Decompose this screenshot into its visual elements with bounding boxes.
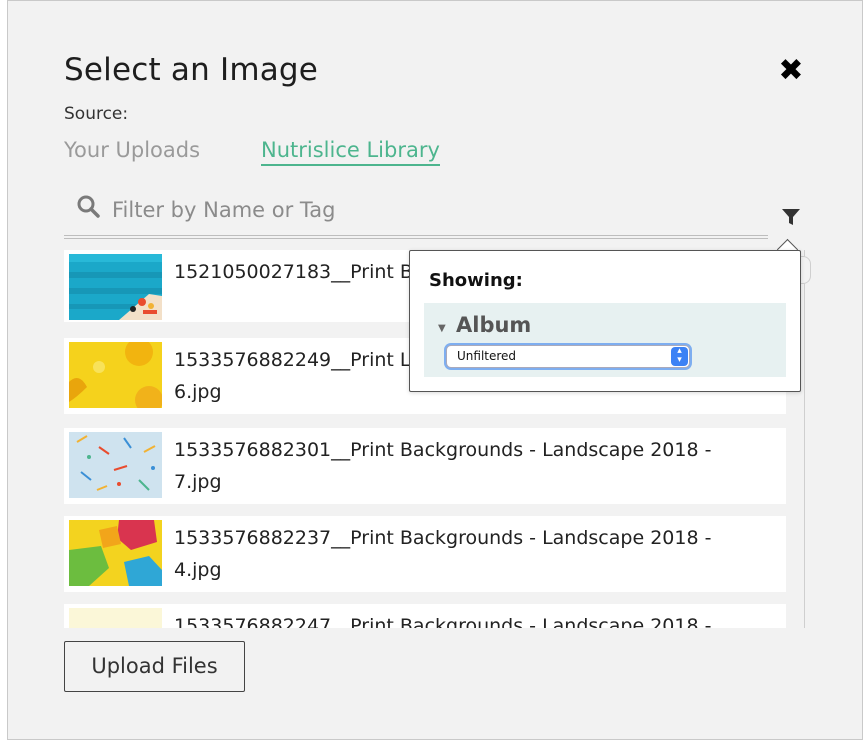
album-select[interactable]: Unfiltered ▴ ▾ <box>446 345 690 368</box>
image-thumbnail-paint-blobs <box>69 520 162 586</box>
dialog-title: Select an Image <box>64 52 319 88</box>
image-filename: 1533576882247__Print Backgrounds - Lands… <box>174 615 712 628</box>
select-stepper-icon: ▴ ▾ <box>671 347 688 366</box>
tab-nutrislice-library[interactable]: Nutrislice Library <box>261 138 440 166</box>
popover-heading: Showing: <box>429 270 523 291</box>
search-input[interactable] <box>110 192 754 228</box>
album-label[interactable]: Album <box>456 313 531 337</box>
search-icon <box>77 195 100 218</box>
list-item[interactable]: 1533576882237__Print Backgrounds - Lands… <box>64 516 786 592</box>
image-thumbnail-yellow-flowers <box>69 342 162 408</box>
image-thumbnail-confetti-sprinkles <box>69 432 162 498</box>
close-icon[interactable]: ✖ <box>778 56 804 86</box>
image-thumbnail-pale-yellow <box>69 608 162 628</box>
scrollbar[interactable] <box>800 256 811 284</box>
source-label: Source: <box>64 104 129 124</box>
caret-down-icon[interactable]: ▼ <box>438 323 446 334</box>
tab-your-uploads[interactable]: Your Uploads <box>64 138 200 162</box>
upload-files-button[interactable]: Upload Files <box>64 641 245 692</box>
list-item[interactable]: 1533576882301__Print Backgrounds - Lands… <box>64 428 786 504</box>
image-thumbnail-teal-wood <box>69 254 162 320</box>
filter-popover: Showing: ▼ Album Unfiltered ▴ ▾ <box>409 250 801 392</box>
filter-icon[interactable] <box>780 206 802 228</box>
image-filename: 1533576882237__Print Backgrounds - Lands… <box>174 527 712 581</box>
image-filename: 1533576882301__Print Backgrounds - Lands… <box>174 439 712 493</box>
album-select-value: Unfiltered <box>457 349 517 363</box>
album-filter-group: ▼ Album Unfiltered ▴ ▾ <box>424 303 786 377</box>
search-bar <box>64 192 768 239</box>
list-item[interactable]: 1533576882247__Print Backgrounds - Lands… <box>64 604 786 628</box>
